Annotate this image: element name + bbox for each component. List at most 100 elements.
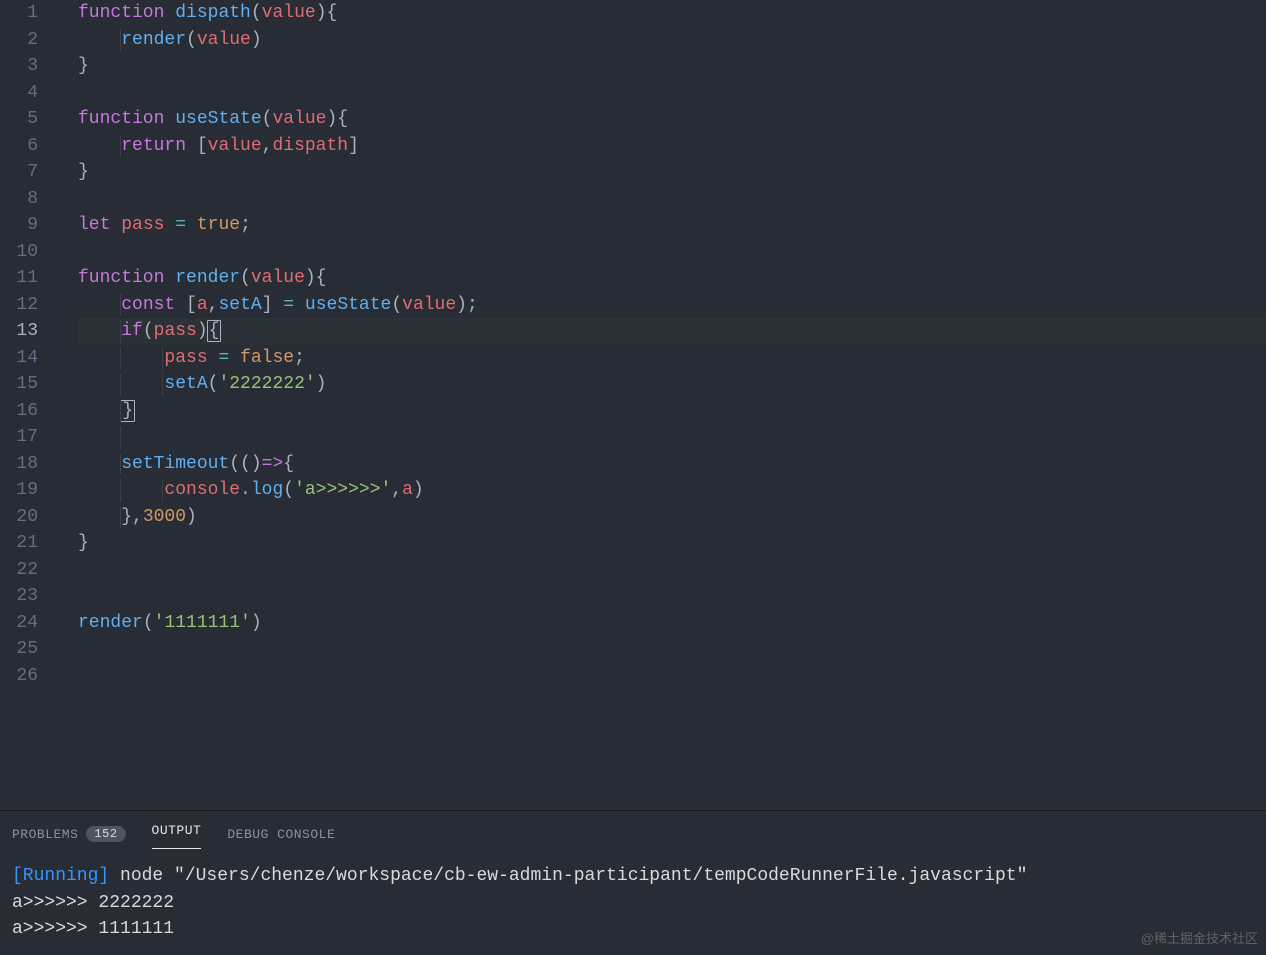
indent-guide	[162, 347, 163, 370]
code-line[interactable]	[78, 424, 1266, 451]
code-line[interactable]: pass = false;	[78, 345, 1266, 372]
code-token: dispath	[272, 136, 348, 156]
code-line[interactable]: }	[78, 53, 1266, 80]
code-token: }	[120, 400, 135, 422]
code-line[interactable]	[78, 583, 1266, 610]
line-number: 4	[0, 80, 38, 107]
code-line[interactable]: return [value,dispath]	[78, 133, 1266, 160]
code-token: (	[251, 3, 262, 23]
line-number: 23	[0, 583, 38, 610]
code-token	[186, 215, 197, 235]
code-line[interactable]: const [a,setA] = useState(value);	[78, 292, 1266, 319]
line-number: 1	[0, 0, 38, 27]
code-line[interactable]: }	[78, 398, 1266, 425]
code-token: render	[121, 30, 186, 50]
code-token: 3000	[143, 507, 186, 527]
code-token: )	[186, 507, 197, 527]
code-token: true	[197, 215, 240, 235]
code-line[interactable]: render('1111111')	[78, 610, 1266, 637]
output-content[interactable]: [Running] node "/Users/chenze/workspace/…	[12, 863, 1254, 943]
code-token: value	[208, 136, 262, 156]
code-token	[294, 295, 305, 315]
tab-problems[interactable]: PROBLEMS 152	[12, 822, 126, 846]
code-token: pass	[154, 321, 197, 341]
code-token: function	[78, 3, 164, 23]
line-number: 22	[0, 557, 38, 584]
code-token: const	[121, 295, 175, 315]
output-line: [Running] node "/Users/chenze/workspace/…	[12, 863, 1254, 890]
code-token	[78, 507, 121, 527]
code-token: a	[197, 295, 208, 315]
code-token	[110, 215, 121, 235]
code-token: =	[175, 215, 186, 235]
code-token: ){	[326, 109, 348, 129]
code-line[interactable]: if(pass){	[78, 318, 1266, 345]
line-number: 13	[0, 318, 38, 345]
code-token: ,	[262, 136, 273, 156]
line-number: 19	[0, 477, 38, 504]
code-line[interactable]	[78, 663, 1266, 690]
code-token: ;	[240, 215, 251, 235]
code-line[interactable]: function render(value){	[78, 265, 1266, 292]
code-line[interactable]	[78, 557, 1266, 584]
code-token	[78, 480, 164, 500]
indent-guide	[120, 347, 121, 370]
code-line[interactable]: console.log('a>>>>>>',a)	[78, 477, 1266, 504]
code-token: =	[283, 295, 294, 315]
indent-guide	[162, 479, 163, 502]
code-token: 'a>>>>>>'	[294, 480, 391, 500]
code-line[interactable]: let pass = true;	[78, 212, 1266, 239]
code-line[interactable]: setTimeout(()=>{	[78, 451, 1266, 478]
tab-debug-console-label: DEBUG CONSOLE	[227, 827, 335, 842]
code-token: ]	[348, 136, 359, 156]
code-line[interactable]: },3000)	[78, 504, 1266, 531]
bottom-panel: PROBLEMS 152 OUTPUT DEBUG CONSOLE [Runni…	[0, 810, 1266, 955]
line-number-gutter: 1234567891011121314151617181920212223242…	[0, 0, 50, 810]
code-line[interactable]: function dispath(value){	[78, 0, 1266, 27]
code-line[interactable]	[78, 239, 1266, 266]
code-token	[78, 30, 121, 50]
code-token	[164, 3, 175, 23]
code-line[interactable]	[78, 636, 1266, 663]
code-token: (	[283, 480, 294, 500]
code-token	[78, 295, 121, 315]
code-line[interactable]: }	[78, 530, 1266, 557]
code-token	[78, 374, 164, 394]
code-line[interactable]	[78, 186, 1266, 213]
code-token: )	[251, 454, 262, 474]
code-token: value	[272, 109, 326, 129]
code-token: );	[456, 295, 478, 315]
code-token: }	[78, 162, 89, 182]
code-token: {	[283, 454, 294, 474]
code-token: ((	[229, 454, 251, 474]
tab-output[interactable]: OUTPUT	[152, 819, 202, 849]
line-number: 8	[0, 186, 38, 213]
line-number: 10	[0, 239, 38, 266]
code-line[interactable]: render(value)	[78, 27, 1266, 54]
code-content[interactable]: function dispath(value){ render(value)}f…	[50, 0, 1266, 810]
code-token	[208, 348, 219, 368]
code-token: (	[186, 30, 197, 50]
code-line[interactable]: setA('2222222')	[78, 371, 1266, 398]
line-number: 6	[0, 133, 38, 160]
line-number: 25	[0, 636, 38, 663]
tab-debug-console[interactable]: DEBUG CONSOLE	[227, 823, 335, 846]
code-token: =	[218, 348, 229, 368]
line-number: 14	[0, 345, 38, 372]
code-line[interactable]: function useState(value){	[78, 106, 1266, 133]
code-token: (	[143, 321, 154, 341]
indent-guide	[120, 453, 121, 476]
code-line[interactable]	[78, 80, 1266, 107]
output-line: a>>>>>> 1111111	[12, 916, 1254, 943]
code-token: render	[175, 268, 240, 288]
code-token: setA	[218, 295, 261, 315]
code-token	[78, 136, 121, 156]
code-token: ,	[391, 480, 402, 500]
code-token: )	[316, 374, 327, 394]
code-line[interactable]: }	[78, 159, 1266, 186]
code-token: dispath	[175, 3, 251, 23]
editor-area[interactable]: 1234567891011121314151617181920212223242…	[0, 0, 1266, 810]
tab-output-label: OUTPUT	[152, 823, 202, 838]
code-token: pass	[121, 215, 164, 235]
line-number: 9	[0, 212, 38, 239]
